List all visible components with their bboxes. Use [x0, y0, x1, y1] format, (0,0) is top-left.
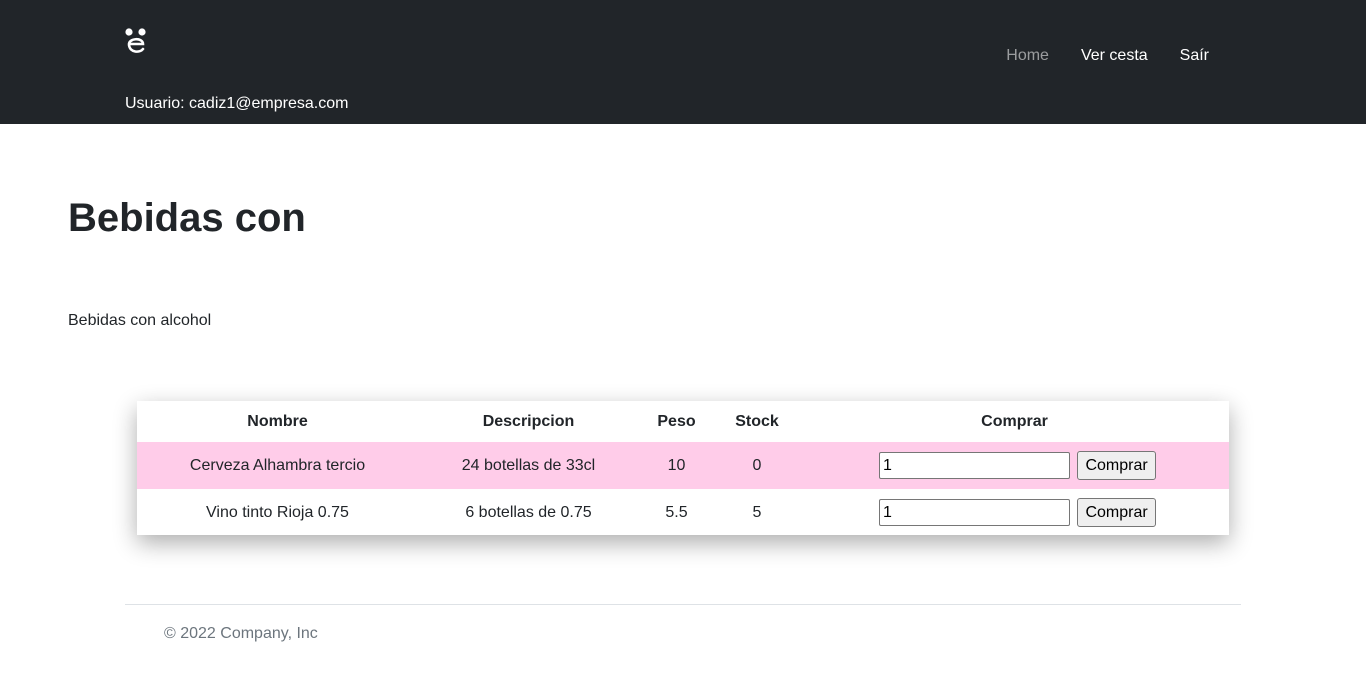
page-description: Bebidas con alcohol	[68, 312, 212, 329]
column-header-nombre: Nombre	[247, 412, 308, 430]
column-header-comprar: Comprar	[981, 412, 1048, 430]
cell-stock: 5	[752, 503, 762, 521]
mouse-e-logo-icon[interactable]	[123, 27, 149, 57]
cell-comprar: Comprar	[800, 489, 1229, 536]
products-table: Nombre Descripcion Peso Stock Comprar Ce…	[137, 401, 1229, 536]
cell-stock: 0	[714, 442, 800, 489]
nav-menu: Home Ver cesta Saír	[990, 45, 1225, 67]
quantity-input[interactable]	[879, 452, 1070, 479]
nav-link-home[interactable]: Home	[990, 45, 1065, 67]
user-info: Usuario: cadiz1@empresa.com	[125, 95, 349, 112]
table-header-row: Nombre Descripcion Peso Stock Comprar	[137, 401, 1229, 442]
quantity-input[interactable]	[879, 499, 1070, 526]
cell-peso: 5.5	[665, 503, 688, 521]
cell-descripcion: 24 botellas de 33cl	[418, 442, 639, 489]
cell-comprar: Comprar	[800, 442, 1229, 489]
column-header-descripcion: Descripcion	[482, 412, 575, 430]
cell-peso: 10	[639, 442, 714, 489]
comprar-button[interactable]: Comprar	[1077, 451, 1156, 480]
navbar: Home Ver cesta Saír Usuario: cadiz1@empr…	[0, 0, 1366, 124]
footer-divider	[125, 604, 1241, 605]
cell-descripcion: 6 botellas de 0.75	[465, 503, 592, 521]
column-header-peso: Peso	[657, 412, 696, 430]
nav-link-salir[interactable]: Saír	[1164, 45, 1225, 67]
products-table-card: Nombre Descripcion Peso Stock Comprar Ce…	[137, 401, 1229, 535]
footer-copyright: © 2022 Company, Inc	[164, 625, 318, 642]
nav-link-ver-cesta[interactable]: Ver cesta	[1065, 45, 1164, 67]
comprar-button[interactable]: Comprar	[1077, 498, 1156, 527]
page-title: Bebidas con	[68, 196, 306, 240]
column-header-stock: Stock	[735, 412, 779, 430]
cell-nombre: Vino tinto Rioja 0.75	[206, 503, 349, 521]
cell-nombre: Cerveza Alhambra tercio	[137, 442, 418, 489]
table-row: Vino tinto Rioja 0.75 6 botellas de 0.75…	[137, 489, 1229, 536]
table-row: Cerveza Alhambra tercio 24 botellas de 3…	[137, 442, 1229, 489]
